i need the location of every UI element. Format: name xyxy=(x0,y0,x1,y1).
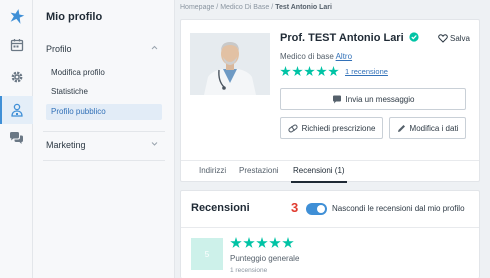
edit-data-label: Modifica i dati xyxy=(409,123,459,133)
specialty-label: Medico di base xyxy=(280,52,334,61)
reviews-divider xyxy=(181,227,479,228)
pencil-icon xyxy=(397,124,405,132)
step-annotation: 3 xyxy=(291,200,299,215)
sidebar-title: Mio profilo xyxy=(46,11,103,23)
chat-icon xyxy=(10,132,23,144)
sidebar-section-marketing[interactable]: Marketing xyxy=(33,138,175,154)
save-label: Salva xyxy=(449,34,470,43)
logo-icon xyxy=(10,9,24,24)
gear-icon xyxy=(11,71,22,83)
heart-icon xyxy=(438,34,448,43)
reviews-link[interactable]: 1 recensione xyxy=(345,67,388,76)
settings-button[interactable] xyxy=(0,63,33,91)
icon-rail xyxy=(0,0,33,278)
breadcrumb-separator: / xyxy=(271,4,274,11)
breadcrumb-separator: / xyxy=(216,4,219,11)
breadcrumb-homepage[interactable]: Homepage xyxy=(180,4,214,11)
send-message-label: Invia un messaggio xyxy=(345,94,415,104)
chat-bubble-icon xyxy=(332,95,341,103)
star-icon xyxy=(282,237,294,248)
overall-score-label: Punteggio generale xyxy=(230,254,300,263)
star-icon xyxy=(280,66,291,77)
doctor-name-text: Prof. TEST Antonio Lari xyxy=(280,32,404,44)
specialty: Medico di base Altro xyxy=(280,52,352,61)
doctor-portrait-image xyxy=(190,33,270,95)
breadcrumb-medico-di-base[interactable]: Medico Di Base xyxy=(220,4,269,11)
specialty-link[interactable]: Altro xyxy=(336,52,352,61)
profile-button[interactable] xyxy=(0,96,33,124)
edit-data-button[interactable]: Modifica i dati xyxy=(389,117,466,139)
profile-sidebar: Mio profilo Profilo Modifica profilo Sta… xyxy=(33,0,175,278)
score-value: 5 xyxy=(204,249,210,259)
breadcrumb: Homepage / Medico Di Base / Test Antonio Lar… xyxy=(180,4,332,11)
calendar-button[interactable] xyxy=(0,31,33,59)
hide-reviews-toggle[interactable] xyxy=(306,203,327,215)
sidebar-section-label: Profilo xyxy=(46,44,72,54)
chevron-down-icon xyxy=(151,142,158,146)
star-icon xyxy=(256,237,268,248)
logo-button[interactable] xyxy=(0,2,33,30)
reviews-count: 1 recensione xyxy=(230,267,268,274)
request-prescription-button[interactable]: Richiedi prescrizione xyxy=(280,117,383,139)
chevron-up-icon xyxy=(151,45,158,50)
sidebar-item-profilo-pubblico[interactable]: Profilo pubblico xyxy=(46,104,162,120)
save-button[interactable]: Salva xyxy=(438,34,470,43)
tab-recensioni[interactable]: Recensioni (1) xyxy=(291,161,347,183)
star-icon xyxy=(292,66,303,77)
tab-indirizzi[interactable]: Indirizzi xyxy=(197,161,228,183)
messages-button[interactable] xyxy=(0,124,33,152)
profile-tabs: Indirizzi Prestazioni Recensioni (1) xyxy=(181,160,479,183)
overall-rating-stars xyxy=(230,237,294,249)
sidebar-item-modifica-profilo[interactable]: Modifica profilo xyxy=(46,65,162,81)
star-icon xyxy=(230,237,242,248)
tab-prestazioni[interactable]: Prestazioni xyxy=(237,161,281,183)
score-badge: 5 xyxy=(191,238,223,270)
send-message-button[interactable]: Invia un messaggio xyxy=(280,88,466,110)
verified-badge-icon xyxy=(409,32,419,42)
hide-reviews-label: Nascondi le recensioni dal mio profilo xyxy=(332,204,465,213)
calendar-icon xyxy=(10,39,23,52)
request-prescription-label: Richiedi prescrizione xyxy=(301,123,376,133)
sidebar-divider xyxy=(43,131,165,132)
doctor-name: Prof. TEST Antonio Lari xyxy=(280,32,419,44)
sidebar-divider xyxy=(43,160,165,161)
reviews-card: Recensioni 3 Nascondi le recensioni dal … xyxy=(180,190,480,278)
doctor-icon xyxy=(10,103,23,117)
doctor-photo xyxy=(190,33,270,95)
star-icon xyxy=(243,237,255,248)
star-icon xyxy=(316,66,327,77)
star-icon xyxy=(304,66,315,77)
pill-icon xyxy=(287,124,298,132)
profile-rating: 1 recensione xyxy=(280,66,388,77)
sidebar-item-statistiche[interactable]: Statistiche xyxy=(46,84,162,100)
star-icon xyxy=(269,237,281,248)
sidebar-section-label: Marketing xyxy=(46,140,86,150)
profile-card: Prof. TEST Antonio Lari Salva Medico di … xyxy=(180,19,480,183)
sidebar-section-profilo[interactable]: Profilo xyxy=(33,42,175,58)
star-icon xyxy=(328,66,339,77)
breadcrumb-current: Test Antonio Lari xyxy=(275,4,332,11)
reviews-title: Recensioni xyxy=(191,202,250,214)
